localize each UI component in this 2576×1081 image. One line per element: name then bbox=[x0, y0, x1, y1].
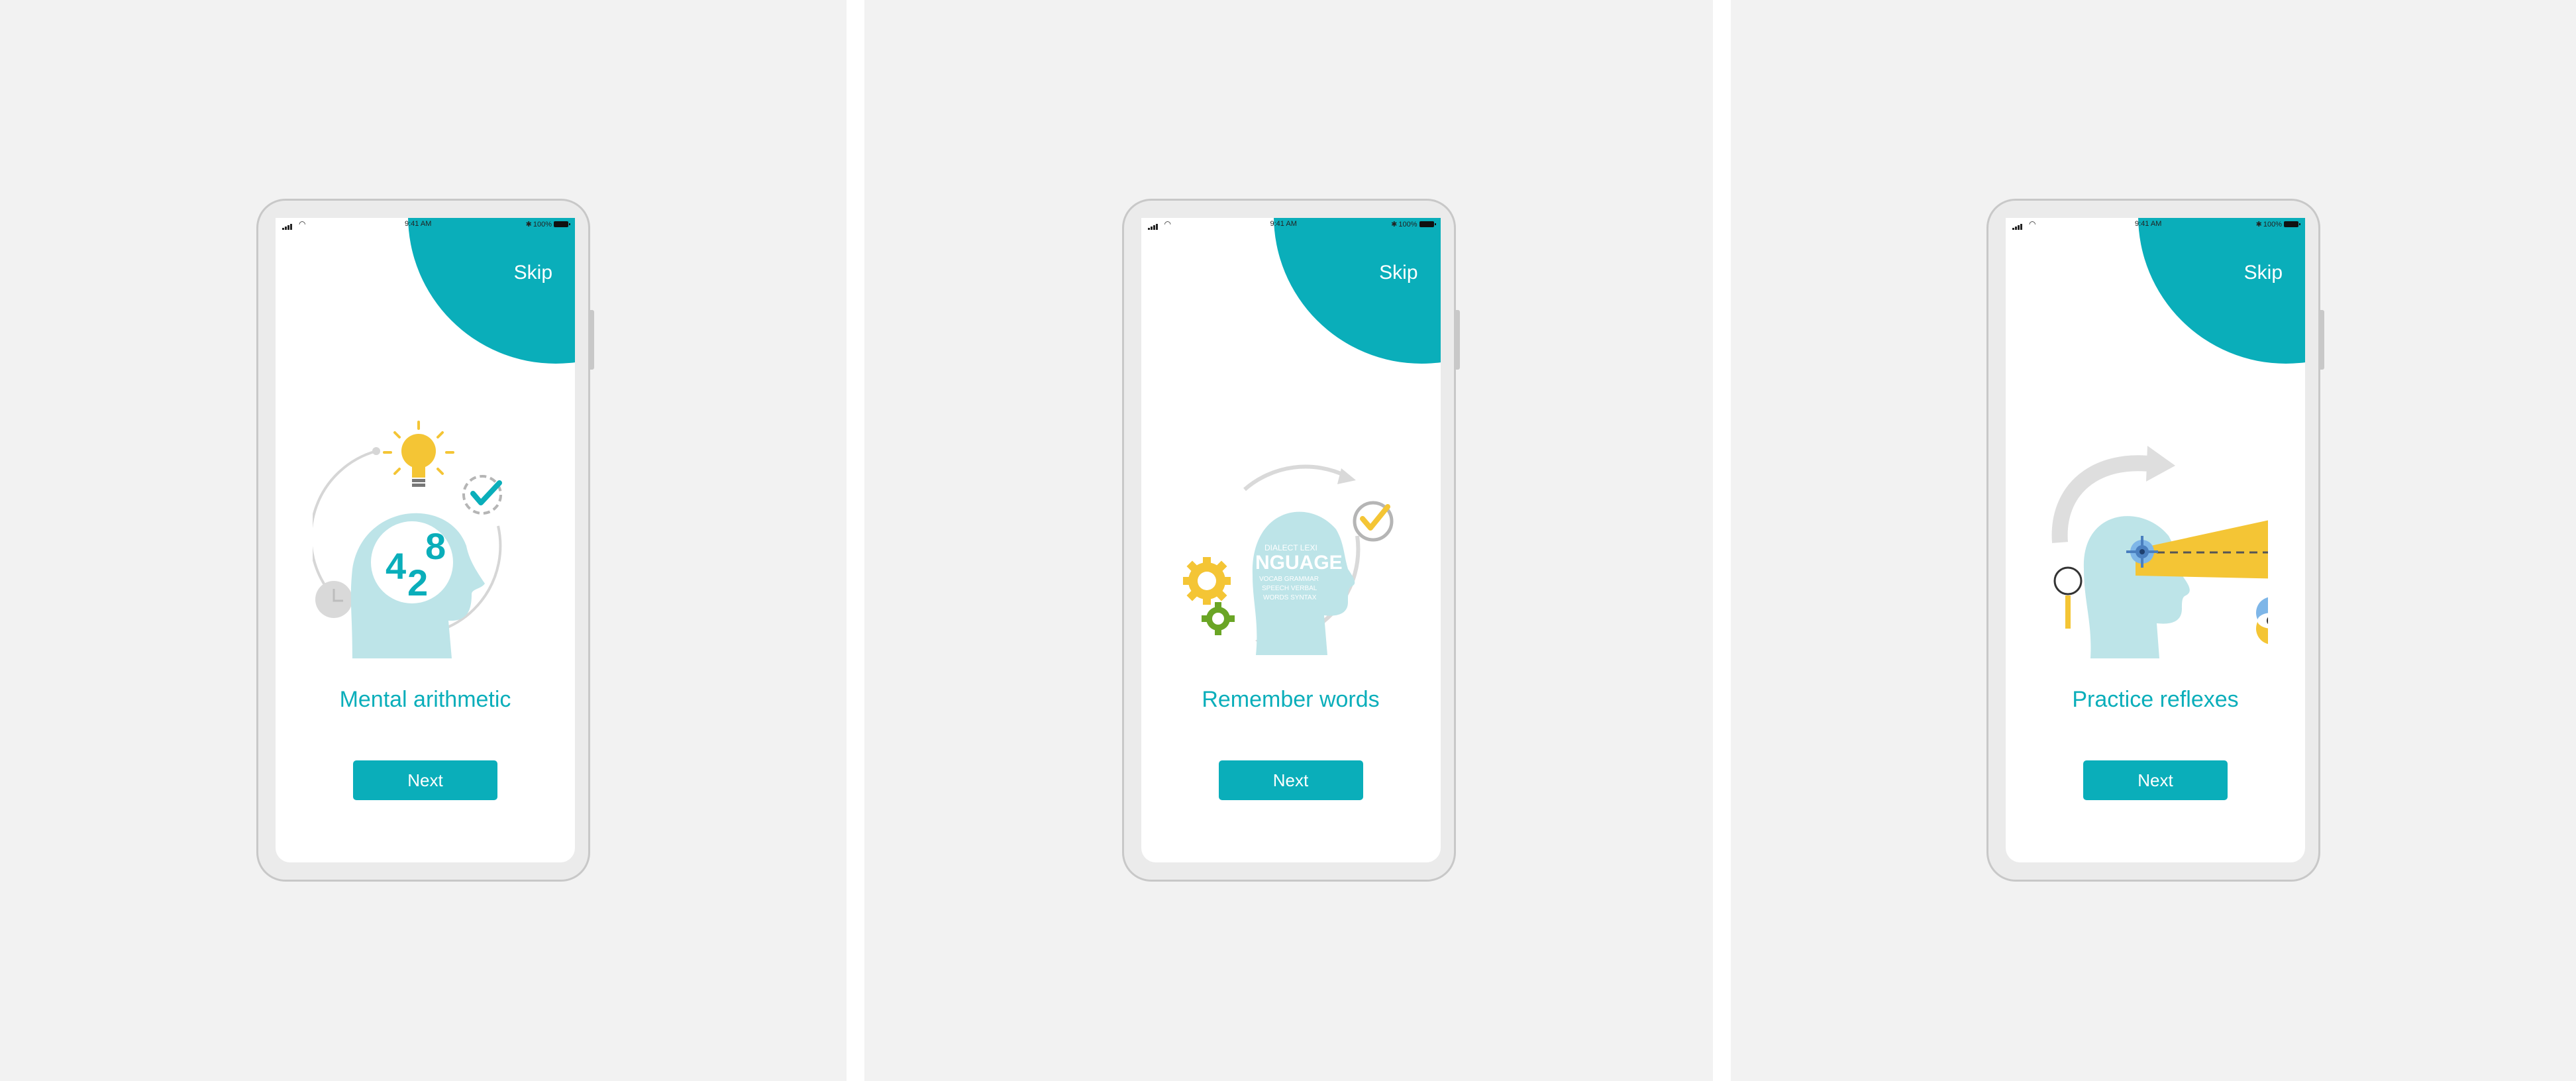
skip-button[interactable]: Skip bbox=[1379, 262, 1417, 284]
head-eye-target-icon bbox=[2051, 446, 2268, 658]
battery-percent: 100% bbox=[2263, 221, 2282, 229]
check-icon bbox=[462, 475, 502, 515]
svg-text:DIALECT LEXI: DIALECT LEXI bbox=[1264, 543, 1317, 552]
panel-practice-reflexes: ◠ 9:41 AM ✱ 100% Skip Practice reflexes … bbox=[1731, 0, 2576, 1081]
number-two: 2 bbox=[407, 562, 428, 603]
phone-frame: ◠ 9:41 AM ✱ 100% Skip DIALECT LEXI NGUAGE… bbox=[1121, 199, 1460, 882]
head-numbers-lightbulb-icon: 4 2 8 bbox=[313, 421, 502, 658]
next-button[interactable]: Next bbox=[2083, 760, 2228, 800]
status-time: 9:41 AM bbox=[2135, 220, 2162, 228]
eye-icon bbox=[2256, 597, 2268, 644]
panel-remember-words: ◠ 9:41 AM ✱ 100% Skip DIALECT LEXI NGUAGE… bbox=[864, 0, 1713, 1081]
corner-decoration bbox=[2138, 218, 2305, 364]
onboarding-title: Practice reflexes bbox=[2072, 687, 2239, 712]
battery-icon bbox=[2284, 221, 2300, 227]
onboarding-title: Mental arithmetic bbox=[339, 687, 511, 712]
word-cloud-text: NGUAGE bbox=[1255, 552, 1343, 574]
phone-screen: ◠ 9:41 AM ✱ 100% Skip Practice reflexes … bbox=[2006, 218, 2305, 862]
lightbulb-icon bbox=[383, 421, 454, 487]
wifi-icon: ◠ bbox=[299, 219, 306, 229]
side-button bbox=[2320, 310, 2324, 370]
battery-icon bbox=[1419, 221, 1436, 227]
phone-frame: ◠ 9:41 AM ✱ 100% Skip Practice reflexes … bbox=[1986, 199, 2324, 882]
side-button bbox=[590, 310, 594, 370]
skip-button[interactable]: Skip bbox=[514, 262, 552, 284]
check-icon bbox=[1353, 501, 1393, 542]
signal-icon bbox=[282, 222, 293, 230]
battery-percent: 100% bbox=[1398, 221, 1417, 229]
gear-yellow-icon bbox=[1182, 557, 1231, 605]
head-words-gears-icon: DIALECT LEXI NGUAGE VOCAB GRAMMAR SPEECH… bbox=[1182, 464, 1393, 655]
svg-text:SPEECH VERBAL: SPEECH VERBAL bbox=[1262, 585, 1317, 592]
magnifier-icon bbox=[2053, 566, 2083, 629]
next-button[interactable]: Next bbox=[1218, 760, 1363, 800]
signal-icon bbox=[1147, 222, 1159, 230]
next-button[interactable]: Next bbox=[353, 760, 497, 800]
bluetooth-icon: ✱ bbox=[525, 221, 532, 229]
corner-decoration bbox=[1273, 218, 1441, 364]
battery-icon bbox=[554, 221, 570, 227]
gear-green-icon bbox=[1201, 602, 1235, 635]
status-time: 9:41 AM bbox=[405, 220, 432, 228]
number-four: 4 bbox=[386, 545, 406, 587]
wifi-icon: ◠ bbox=[1164, 219, 1171, 229]
status-time: 9:41 AM bbox=[1270, 220, 1297, 228]
signal-icon bbox=[2012, 222, 2023, 230]
phone-screen: ◠ 9:41 AM ✱ 100% Skip DIALECT LEXI NGUAGE… bbox=[1141, 218, 1441, 862]
phone-frame: ◠ 9:41 AM ✱ 100% Skip 4 2 8 Mental arith… bbox=[256, 199, 594, 882]
battery-status: ✱ 100% bbox=[2255, 220, 2300, 229]
battery-status: ✱ 100% bbox=[1391, 220, 1436, 229]
status-bar: ◠ 9:41 AM ✱ 100% bbox=[1141, 218, 1441, 230]
wifi-icon: ◠ bbox=[2029, 219, 2036, 229]
bluetooth-icon: ✱ bbox=[2255, 221, 2262, 229]
svg-text:VOCAB GRAMMAR: VOCAB GRAMMAR bbox=[1259, 576, 1319, 583]
phone-screen: ◠ 9:41 AM ✱ 100% Skip 4 2 8 Mental arith… bbox=[276, 218, 575, 862]
number-eight: 8 bbox=[425, 525, 446, 567]
side-button bbox=[1455, 310, 1460, 370]
skip-button[interactable]: Skip bbox=[2244, 262, 2283, 284]
bluetooth-icon: ✱ bbox=[1391, 221, 1398, 229]
svg-text:WORDS SYNTAX: WORDS SYNTAX bbox=[1263, 594, 1317, 601]
status-bar: ◠ 9:41 AM ✱ 100% bbox=[2006, 218, 2305, 230]
status-bar: ◠ 9:41 AM ✱ 100% bbox=[276, 218, 575, 230]
corner-decoration bbox=[408, 218, 575, 364]
battery-status: ✱ 100% bbox=[525, 220, 570, 229]
battery-percent: 100% bbox=[533, 221, 552, 229]
onboarding-title: Remember words bbox=[1202, 687, 1380, 712]
panel-mental-arithmetic: ◠ 9:41 AM ✱ 100% Skip 4 2 8 Mental arith… bbox=[0, 0, 847, 1081]
